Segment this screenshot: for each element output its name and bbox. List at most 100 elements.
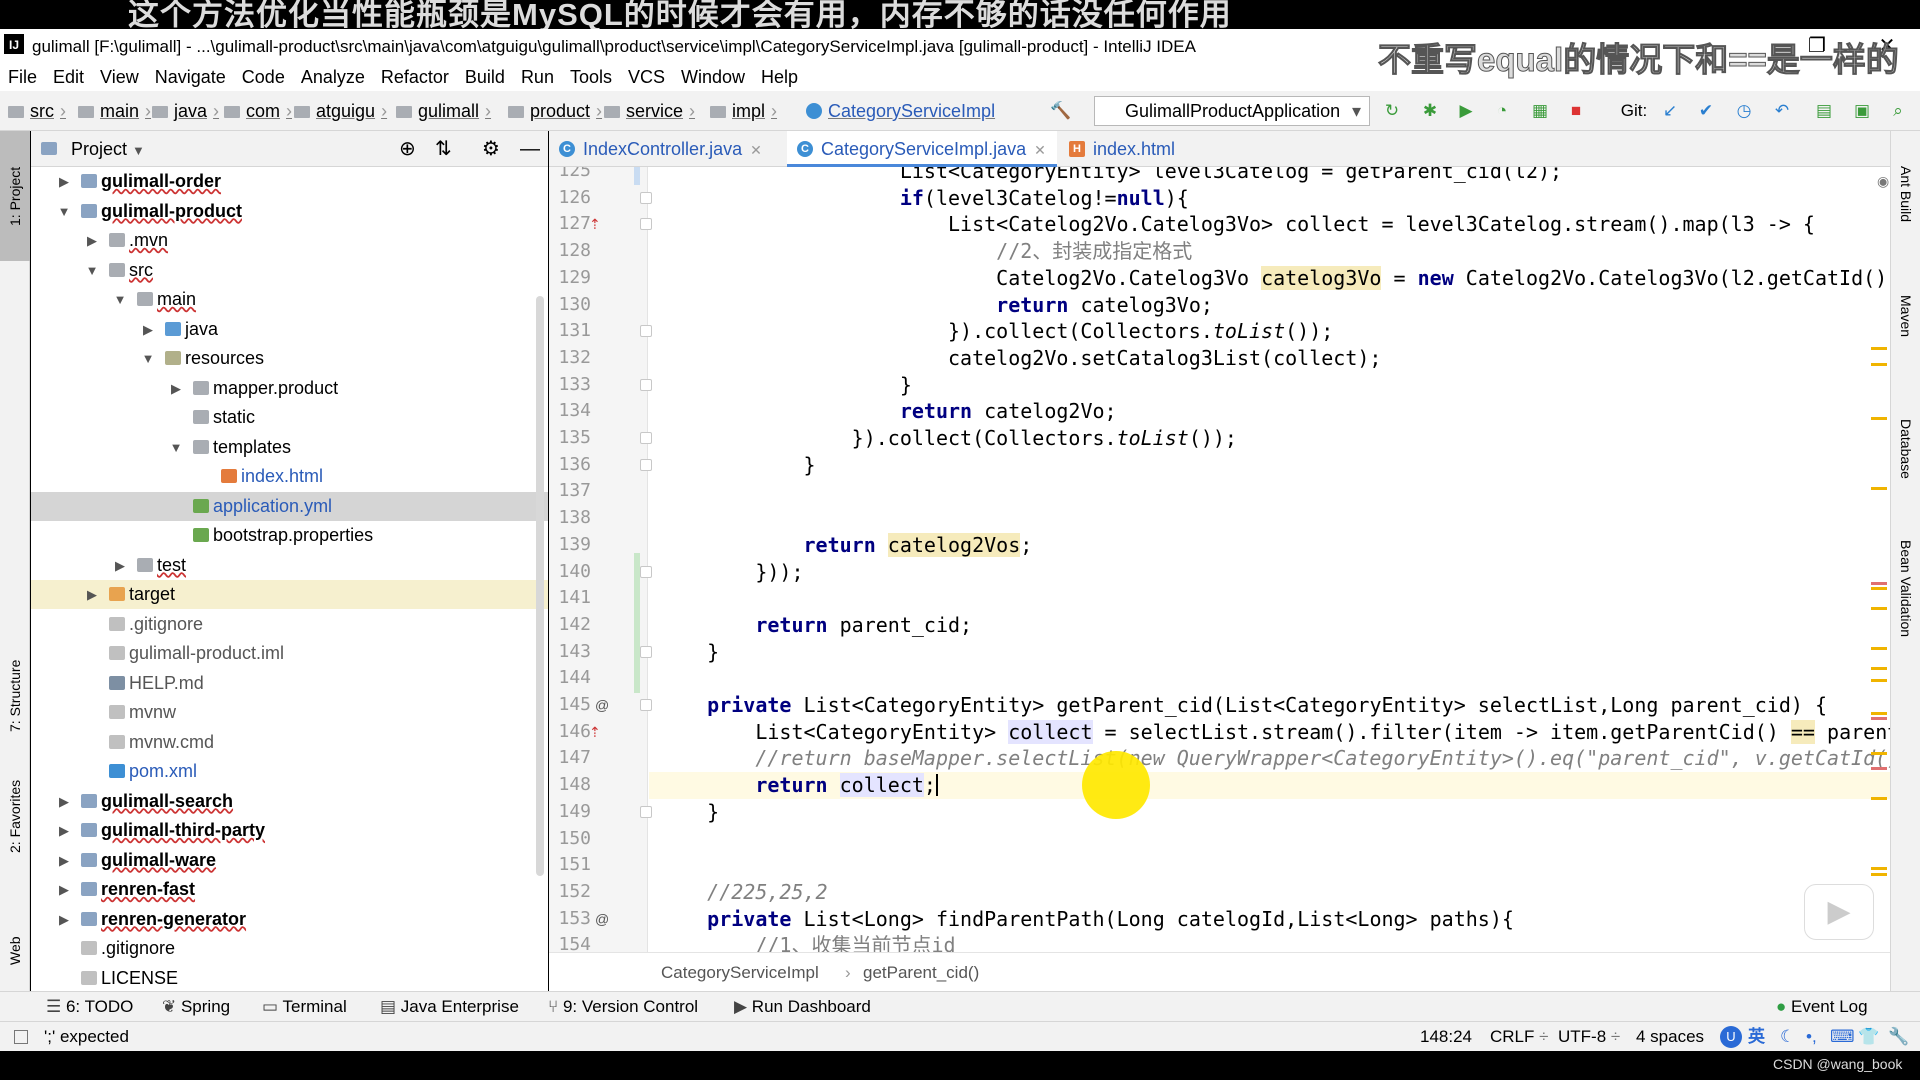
- nav-crumb-atguigu[interactable]: atguigu ›: [294, 100, 387, 122]
- code-line[interactable]: }: [659, 799, 719, 826]
- rerun-icon[interactable]: ↻: [1382, 101, 1402, 121]
- debug-icon[interactable]: ✱: [1420, 101, 1440, 121]
- tab-close-icon[interactable]: ✕: [1034, 142, 1046, 158]
- collapse-arrow-icon[interactable]: ▼: [141, 344, 155, 373]
- nav-crumb-src[interactable]: src ›: [8, 100, 66, 122]
- hammer-icon[interactable]: 🔨: [1050, 101, 1071, 121]
- tab-categoryserviceimpl-java[interactable]: C CategoryServiceImpl.java ✕: [787, 131, 1057, 167]
- expand-arrow-icon[interactable]: ▶: [113, 551, 127, 580]
- expand-arrow-icon[interactable]: ▶: [57, 905, 71, 934]
- error-stripe-mark[interactable]: [1871, 679, 1887, 682]
- code-line[interactable]: List<CategoryEntity> collect = selectLis…: [659, 719, 1890, 746]
- code-line[interactable]: //return baseMapper.selectList(new Query…: [659, 745, 1890, 772]
- code-line[interactable]: private List<CategoryEntity> getParent_c…: [659, 692, 1827, 719]
- toolwindow-6-todo[interactable]: ☰ 6: TODO: [46, 992, 133, 1022]
- run-dashboard-icon[interactable]: ▦: [1530, 101, 1550, 121]
- tab-index-html[interactable]: Hindex.html: [1059, 131, 1189, 167]
- error-stripe-mark[interactable]: [1871, 717, 1887, 720]
- project-structure-icon[interactable]: ▤: [1814, 101, 1834, 121]
- error-stripe-mark[interactable]: [1871, 487, 1887, 490]
- expand-arrow-icon[interactable]: ▶: [141, 315, 155, 344]
- expand-arrow-icon[interactable]: ▶: [57, 875, 71, 904]
- nav-crumb-impl[interactable]: impl ›: [710, 100, 777, 122]
- tree-item-static[interactable]: static: [31, 403, 548, 432]
- coverage-icon[interactable]: ▶: [1456, 101, 1476, 121]
- ime-punct-icon[interactable]: •,: [1806, 1022, 1817, 1052]
- code-line[interactable]: return parent_cid;: [659, 612, 972, 639]
- collapse-arrow-icon[interactable]: ▼: [113, 285, 127, 314]
- toolwindow-spring[interactable]: ❦ Spring: [162, 992, 230, 1022]
- left-tab-1-project[interactable]: 1: Project: [0, 131, 30, 261]
- collapse-arrow-icon[interactable]: ▼: [57, 197, 71, 226]
- code-line[interactable]: return catelog2Vo;: [659, 398, 1117, 425]
- tree-item-index-html[interactable]: index.html: [31, 462, 548, 491]
- code-line[interactable]: }).collect(Collectors.toList());: [659, 318, 1333, 345]
- toolwindow-9-version-control[interactable]: ⑂ 9: Version Control: [548, 992, 698, 1022]
- indent-setting[interactable]: 4 spaces: [1636, 1022, 1704, 1052]
- error-stripe-mark[interactable]: [1871, 873, 1887, 876]
- code-line[interactable]: Catelog2Vo.Catelog3Vo catelog3Vo = new C…: [659, 265, 1890, 292]
- error-stripe-mark[interactable]: [1871, 867, 1887, 870]
- project-tree-scrollbar[interactable]: [536, 296, 544, 876]
- nav-crumb-categoryserviceimpl[interactable]: CategoryServiceImpl: [806, 100, 995, 122]
- git-commit-icon[interactable]: ✔: [1696, 101, 1716, 121]
- expand-arrow-icon[interactable]: ▶: [57, 816, 71, 845]
- inspection-eye-icon[interactable]: ◉: [1877, 173, 1889, 190]
- menu-refactor[interactable]: Refactor: [373, 64, 457, 91]
- tree-item--gitignore[interactable]: .gitignore: [31, 610, 548, 639]
- breadcrumb-class[interactable]: CategoryServiceImpl: [661, 953, 819, 992]
- right-tab-bean-validation[interactable]: Bean Validation: [1891, 496, 1920, 681]
- tree-item-gulimall-product[interactable]: ▼ gulimall-product: [31, 197, 548, 226]
- tree-item-renren-fast[interactable]: ▶ renren-fast: [31, 875, 548, 904]
- collapse-arrow-icon[interactable]: ▼: [169, 433, 183, 462]
- tree-item-mvnw-cmd[interactable]: mvnw.cmd: [31, 728, 548, 757]
- video-play-icon[interactable]: ▶: [1804, 884, 1874, 940]
- tree-item-bootstrap-properties[interactable]: bootstrap.properties: [31, 521, 548, 550]
- menu-view[interactable]: View: [92, 64, 147, 91]
- tree-item-gulimall-product-iml[interactable]: gulimall-product.iml: [31, 639, 548, 668]
- code-line[interactable]: private List<Long> findParentPath(Long c…: [659, 906, 1514, 933]
- tree-item-resources[interactable]: ▼ resources: [31, 344, 548, 373]
- menu-analyze[interactable]: Analyze: [293, 64, 373, 91]
- nav-crumb-gulimall[interactable]: gulimall ›: [396, 100, 491, 122]
- menu-build[interactable]: Build: [457, 64, 513, 91]
- tree-item-src[interactable]: ▼ src: [31, 256, 548, 285]
- code-line[interactable]: //2、封装成指定格式: [659, 238, 1192, 265]
- project-view-select[interactable]: Project ▼: [71, 131, 145, 169]
- menu-file[interactable]: File: [0, 64, 45, 91]
- code-line[interactable]: }: [659, 639, 719, 666]
- error-stripe-mark[interactable]: [1871, 607, 1887, 610]
- git-rollback-icon[interactable]: ↶: [1772, 101, 1792, 121]
- menu-window[interactable]: Window: [673, 64, 753, 91]
- error-stripe-mark[interactable]: [1871, 587, 1887, 590]
- tree-item-templates[interactable]: ▼ templates: [31, 433, 548, 462]
- tree-item-renren-generator[interactable]: ▶ renren-generator: [31, 905, 548, 934]
- code-editor[interactable]: 125 126 127 128 129 130 131 132 133 134 135 136 137 1…: [549, 167, 1890, 952]
- error-stripe-mark[interactable]: [1871, 417, 1887, 420]
- menu-help[interactable]: Help: [753, 64, 806, 91]
- menu-vcs[interactable]: VCS: [620, 64, 673, 91]
- menu-edit[interactable]: Edit: [45, 64, 92, 91]
- right-tab-maven[interactable]: Maven: [1891, 261, 1920, 371]
- layout-icon[interactable]: ▣: [1852, 101, 1872, 121]
- menu-navigate[interactable]: Navigate: [147, 64, 234, 91]
- tree-item-gulimall-third-party[interactable]: ▶ gulimall-third-party: [31, 816, 548, 845]
- tree-item-gulimall-ware[interactable]: ▶ gulimall-ware: [31, 846, 548, 875]
- menu-run[interactable]: Run: [513, 64, 562, 91]
- left-tab-2-favorites[interactable]: 2: Favorites: [0, 761, 30, 871]
- error-stripe-mark[interactable]: [1871, 667, 1887, 670]
- code-line[interactable]: //225,25,2: [659, 879, 827, 906]
- right-tab-ant-build[interactable]: Ant Build: [1891, 139, 1920, 249]
- tree-item-mvnw[interactable]: mvnw: [31, 698, 548, 727]
- code-line[interactable]: }: [659, 372, 912, 399]
- profile-icon[interactable]: ◔: [1492, 101, 1512, 121]
- tree-item-gulimall-order[interactable]: ▶ gulimall-order: [31, 167, 548, 196]
- left-tab-7-structure[interactable]: 7: Structure: [0, 631, 30, 761]
- nav-crumb-product[interactable]: product ›: [508, 100, 602, 122]
- error-stripe-mark[interactable]: [1871, 712, 1887, 715]
- ime-tools-icon[interactable]: 🔧: [1888, 1022, 1909, 1052]
- code-line[interactable]: catelog2Vo.setCatalog3List(collect);: [659, 345, 1381, 372]
- code-line[interactable]: //1、收集当前节点id: [659, 932, 955, 952]
- expand-arrow-icon[interactable]: ▶: [57, 787, 71, 816]
- locate-icon[interactable]: ⊕: [399, 131, 416, 167]
